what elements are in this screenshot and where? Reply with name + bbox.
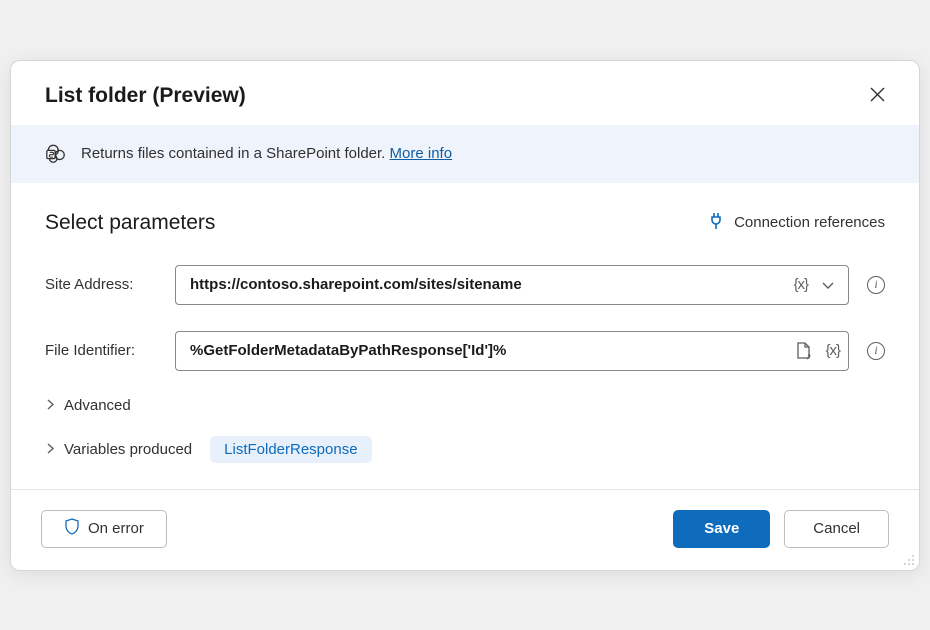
param-row-file-identifier: File Identifier: {x} i bbox=[45, 331, 885, 371]
shield-icon bbox=[64, 518, 80, 540]
dialog-header: List folder (Preview) bbox=[11, 61, 919, 125]
sharepoint-icon bbox=[45, 143, 67, 165]
plug-icon bbox=[708, 211, 724, 235]
close-icon bbox=[870, 87, 885, 102]
file-picker-icon bbox=[795, 341, 813, 361]
file-picker-button[interactable] bbox=[791, 337, 817, 365]
info-icon[interactable]: i bbox=[867, 276, 885, 294]
banner-text: Returns files contained in a SharePoint … bbox=[81, 145, 452, 162]
advanced-expander[interactable]: Advanced bbox=[45, 397, 885, 414]
dropdown-button[interactable] bbox=[816, 273, 840, 297]
parameters-header: Select parameters Connection references bbox=[45, 211, 885, 235]
banner-description: Returns files contained in a SharePoint … bbox=[81, 145, 390, 162]
dialog-content: Select parameters Connection references … bbox=[11, 183, 919, 489]
parameters-title: Select parameters bbox=[45, 211, 215, 235]
more-info-link[interactable]: More info bbox=[390, 145, 453, 162]
info-icon[interactable]: i bbox=[867, 342, 885, 360]
connection-references-label: Connection references bbox=[734, 214, 885, 231]
variable-picker-icon[interactable]: {x} bbox=[793, 276, 808, 293]
footer-actions: Save Cancel bbox=[673, 510, 889, 548]
dialog: List folder (Preview) Returns files cont… bbox=[10, 60, 920, 571]
on-error-label: On error bbox=[88, 520, 144, 537]
save-button[interactable]: Save bbox=[673, 510, 770, 548]
close-button[interactable] bbox=[866, 83, 889, 109]
chevron-right-icon bbox=[45, 397, 56, 414]
file-identifier-label: File Identifier: bbox=[45, 342, 157, 359]
advanced-label: Advanced bbox=[64, 397, 131, 414]
on-error-button[interactable]: On error bbox=[41, 510, 167, 548]
param-row-site-address: Site Address: {x} i bbox=[45, 265, 885, 305]
variable-picker-icon[interactable]: {x} bbox=[825, 342, 840, 359]
connection-references-button[interactable]: Connection references bbox=[708, 211, 885, 235]
info-banner: Returns files contained in a SharePoint … bbox=[11, 125, 919, 183]
chevron-right-icon bbox=[45, 441, 56, 458]
resize-grip-icon[interactable] bbox=[901, 552, 915, 566]
file-identifier-input[interactable] bbox=[190, 342, 791, 359]
site-address-input-icons: {x} bbox=[793, 273, 840, 297]
site-address-input[interactable] bbox=[190, 276, 793, 293]
variables-produced-expander[interactable]: Variables produced ListFolderResponse bbox=[45, 436, 885, 463]
dialog-title: List folder (Preview) bbox=[45, 84, 246, 108]
dialog-footer: On error Save Cancel bbox=[11, 489, 919, 570]
file-identifier-input-icons: {x} bbox=[791, 337, 840, 365]
site-address-label: Site Address: bbox=[45, 276, 157, 293]
chevron-down-icon bbox=[820, 277, 836, 293]
variable-badge[interactable]: ListFolderResponse bbox=[210, 436, 371, 463]
site-address-input-wrap: {x} bbox=[175, 265, 849, 305]
cancel-button[interactable]: Cancel bbox=[784, 510, 889, 548]
file-identifier-input-wrap: {x} bbox=[175, 331, 849, 371]
variables-produced-label: Variables produced bbox=[64, 441, 192, 458]
